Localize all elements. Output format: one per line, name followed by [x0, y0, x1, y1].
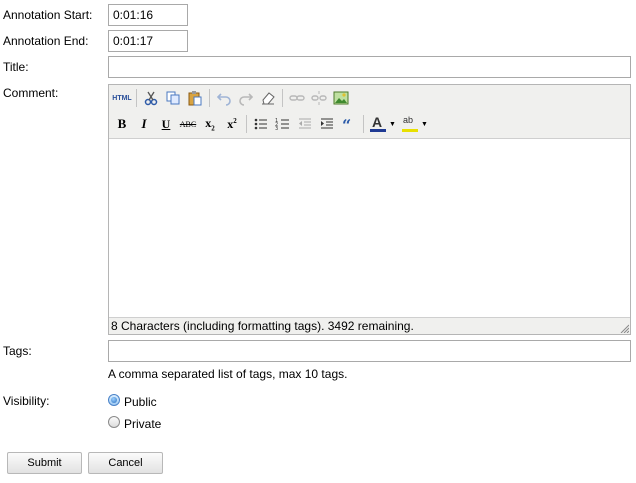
tags-input[interactable] — [108, 340, 631, 362]
subscript-label: x2 — [205, 116, 215, 132]
highlight-bar — [402, 129, 419, 132]
cut-icon — [144, 91, 158, 106]
outdent-button[interactable] — [294, 113, 316, 135]
indent-button[interactable] — [316, 113, 338, 135]
insert-image-button[interactable] — [330, 87, 352, 109]
annotation-start-input[interactable] — [108, 4, 188, 26]
outdent-icon — [299, 118, 311, 129]
subscript-button[interactable]: x2 — [199, 113, 221, 135]
svg-text:“: “ — [342, 116, 351, 132]
chevron-down-icon: ▼ — [389, 120, 396, 128]
toolbar-separator — [136, 89, 137, 107]
numbered-list-icon: 123 — [275, 118, 289, 132]
bold-label: B — [117, 116, 127, 131]
superscript-button[interactable]: x2 — [221, 113, 243, 135]
blockquote-icon: “ — [342, 116, 351, 132]
image-icon — [333, 91, 349, 105]
redo-icon — [239, 93, 254, 106]
bold-button[interactable]: B — [111, 113, 133, 135]
unlink-icon — [311, 91, 327, 105]
underline-button[interactable]: U — [155, 113, 177, 135]
cut-button[interactable] — [140, 87, 162, 109]
comment-label: Comment: — [3, 86, 59, 100]
paste-button[interactable] — [184, 87, 206, 109]
paste-icon — [188, 91, 202, 106]
italic-button[interactable]: I — [133, 113, 155, 135]
rich-text-editor: HTML B I U ABC x2 x2 1 2 3 “ A ▼ ab ▼ 8 … — [108, 84, 631, 335]
underline-label: U — [161, 116, 171, 131]
annotation-start-label: Annotation Start: — [3, 8, 93, 22]
indent-icon — [321, 118, 333, 129]
comment-edit-area[interactable] — [109, 138, 630, 318]
character-count-status: 8 Characters (including formatting tags)… — [111, 319, 414, 333]
visibility-label: Visibility: — [3, 394, 50, 408]
copy-icon — [166, 91, 180, 105]
toolbar-separator — [246, 115, 247, 133]
highlight-letters: ab — [403, 115, 414, 125]
editor-toolbar-row-1: HTML — [111, 86, 352, 110]
annotation-end-label: Annotation End: — [3, 34, 89, 48]
link-icon — [289, 95, 305, 101]
chevron-down-icon: ▼ — [421, 120, 428, 128]
strikethrough-label: ABC — [179, 119, 197, 129]
highlight-color-button[interactable]: ab ▼ — [399, 113, 431, 135]
title-label: Title: — [3, 60, 29, 74]
visibility-public-radio[interactable] — [108, 394, 120, 406]
undo-icon — [216, 93, 231, 106]
redo-button[interactable] — [235, 87, 257, 109]
strikethrough-button[interactable]: ABC — [177, 113, 199, 135]
toolbar-separator — [363, 115, 364, 133]
text-color-button[interactable]: A ▼ — [367, 113, 399, 135]
visibility-private-label[interactable]: Private — [124, 417, 161, 431]
visibility-public-label[interactable]: Public — [124, 395, 157, 409]
link-button[interactable] — [286, 87, 308, 109]
eraser-icon — [262, 92, 275, 105]
highlight-icon: ab — [402, 115, 420, 133]
undo-button[interactable] — [213, 87, 235, 109]
text-color-letter: A — [372, 114, 383, 130]
italic-label: I — [141, 116, 147, 131]
annotation-end-input[interactable] — [108, 30, 188, 52]
submit-button[interactable]: Submit — [7, 452, 82, 474]
subscript-mark: 2 — [211, 124, 215, 133]
html-source-label: HTML — [112, 94, 132, 102]
unlink-button[interactable] — [308, 87, 330, 109]
svg-text:3: 3 — [275, 126, 278, 132]
title-input[interactable] — [108, 56, 631, 78]
clear-formatting-button[interactable] — [257, 87, 279, 109]
bullet-list-icon — [254, 118, 267, 130]
toolbar-separator — [209, 89, 210, 107]
tags-label: Tags: — [3, 344, 32, 358]
text-color-bar — [370, 129, 387, 132]
html-source-button[interactable]: HTML — [111, 87, 133, 109]
toolbar-separator — [282, 89, 283, 107]
numbered-list-button[interactable]: 123 — [272, 113, 294, 135]
resize-grip-icon[interactable] — [619, 323, 629, 333]
editor-toolbar-row-2: B I U ABC x2 x2 123 “ A ▼ ab ▼ — [111, 112, 431, 136]
superscript-mark: 2 — [233, 116, 237, 125]
blockquote-button[interactable]: “ — [338, 113, 360, 135]
tags-hint: A comma separated list of tags, max 10 t… — [108, 367, 348, 381]
cancel-button[interactable]: Cancel — [88, 452, 163, 474]
text-color-icon: A — [370, 114, 388, 133]
copy-button[interactable] — [162, 87, 184, 109]
superscript-label: x2 — [227, 117, 237, 132]
visibility-private-radio[interactable] — [108, 416, 120, 428]
bullet-list-button[interactable] — [250, 113, 272, 135]
